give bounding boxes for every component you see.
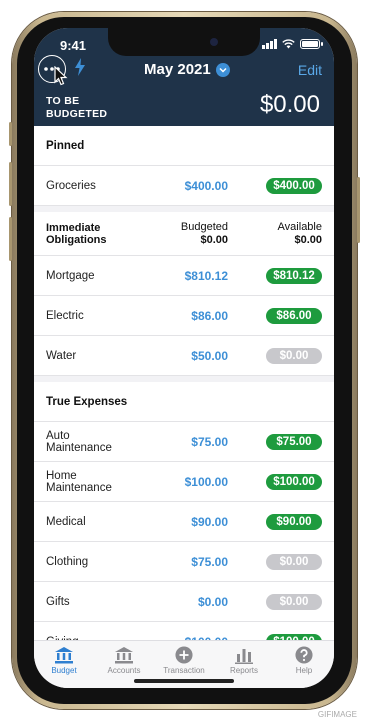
available-pill[interactable]: $810.12 [266, 267, 322, 284]
notch [108, 28, 260, 56]
budgeted-amount[interactable]: $75.00 [138, 435, 228, 449]
category-row[interactable]: Electric $86.00 $86.00 [34, 296, 334, 336]
available-pill[interactable]: $100.00 [266, 473, 322, 490]
category-row[interactable]: Giving$100.00$100.00 [34, 622, 334, 640]
category-row[interactable]: Auto Maintenance $75.00 $75.00 [34, 422, 334, 462]
home-indicator [134, 679, 234, 683]
app-screen: 9:41 May 2021 Edit TO BE BUDGETED $0.00 … [34, 28, 334, 688]
wifi-icon [282, 39, 295, 49]
category-row[interactable]: Water $50.00 $0.00 [34, 336, 334, 376]
available-pill[interactable]: $0.00 [266, 553, 322, 570]
category-name: Gifts [46, 595, 70, 608]
tab-bar: Budget Accounts Transaction Reports Help [34, 640, 334, 688]
watermark-text: GIFIMAGE [317, 710, 357, 719]
edit-button[interactable]: Edit [298, 62, 322, 78]
available-pill[interactable]: $400.00 [266, 177, 322, 194]
category-name: Clothing [46, 555, 89, 568]
volume-down-button [9, 217, 12, 261]
battery-icon [300, 39, 323, 49]
month-selector[interactable]: May 2021 [144, 61, 230, 78]
mouse-cursor-icon [54, 66, 68, 86]
to-be-budgeted-label: TO BE BUDGETED [46, 95, 108, 120]
volume-up-button [9, 162, 12, 206]
group-header-immediate-obligations[interactable]: Immediate Obligations Budgeted $0.00 Ava… [34, 212, 334, 256]
group-header-true-expenses[interactable]: True Expenses [34, 382, 334, 422]
plus-circle-icon [175, 646, 193, 664]
budgeted-amount[interactable]: $100.00 [138, 475, 228, 489]
available-pill[interactable]: $90.00 [266, 513, 322, 530]
category-name: Water [46, 349, 77, 362]
category-name: Electric [46, 309, 84, 322]
category-row[interactable]: Medical $90.00 $90.00 [34, 502, 334, 542]
category-name: Home Maintenance [46, 469, 112, 494]
category-name: Medical [46, 515, 86, 528]
category-row[interactable]: Mortgage $810.12 $810.12 [34, 256, 334, 296]
category-name: Mortgage [46, 269, 95, 282]
available-pill[interactable]: $75.00 [266, 433, 322, 450]
tab-help[interactable]: Help [274, 641, 334, 688]
bar-chart-icon [235, 649, 253, 664]
budgeted-amount[interactable]: $86.00 [138, 309, 228, 323]
category-row[interactable]: Groceries $400.00 $400.00 [34, 166, 334, 206]
available-pill[interactable]: $86.00 [266, 307, 322, 324]
budget-list[interactable]: Pinned Groceries $400.00 $400.00 Immediate… [34, 126, 334, 640]
budgeted-amount[interactable]: $400.00 [138, 179, 228, 193]
month-label: May 2021 [144, 61, 211, 78]
available-pill[interactable]: $0.00 [266, 347, 322, 364]
budgeted-amount[interactable]: $75.00 [138, 555, 228, 569]
quick-budget-bolt-icon[interactable] [74, 58, 86, 76]
budgeted-amount[interactable]: $810.12 [138, 269, 228, 283]
power-button [357, 177, 360, 243]
group-header-pinned[interactable]: Pinned [34, 126, 334, 166]
true-expenses-rows: Auto Maintenance $75.00 $75.00 Home Mainten… [34, 422, 334, 640]
immediate-rows: Mortgage $810.12 $810.12 Electric $86.00 $86.… [34, 256, 334, 376]
accounts-icon [115, 647, 133, 664]
to-be-budgeted-amount[interactable]: $0.00 [260, 91, 320, 119]
budgeted-amount[interactable]: $0.00 [138, 595, 228, 609]
available-pill[interactable]: $0.00 [266, 593, 322, 610]
bank-icon [55, 647, 73, 664]
status-icons [262, 39, 323, 49]
available-column-header: Available $0.00 [277, 220, 322, 246]
pinned-rows: Groceries $400.00 $400.00 [34, 166, 334, 206]
cellular-signal-icon [262, 39, 277, 49]
budgeted-amount[interactable]: $50.00 [138, 349, 228, 363]
category-row[interactable]: Home Maintenance $100.00 $100.00 [34, 462, 334, 502]
category-row[interactable]: Clothing $75.00 $0.00 [34, 542, 334, 582]
category-row[interactable]: Gifts $0.00 $0.00 [34, 582, 334, 622]
camera-icon [210, 38, 218, 46]
silent-switch [9, 122, 12, 146]
tab-budget[interactable]: Budget [34, 641, 94, 688]
budgeted-column-header: Budgeted $0.00 [180, 220, 228, 246]
help-icon [295, 646, 313, 664]
chevron-down-icon [215, 62, 230, 77]
category-name: Groceries [46, 179, 96, 192]
budgeted-amount[interactable]: $90.00 [138, 515, 228, 529]
category-name: Auto Maintenance [46, 429, 112, 454]
status-time: 9:41 [60, 38, 87, 53]
